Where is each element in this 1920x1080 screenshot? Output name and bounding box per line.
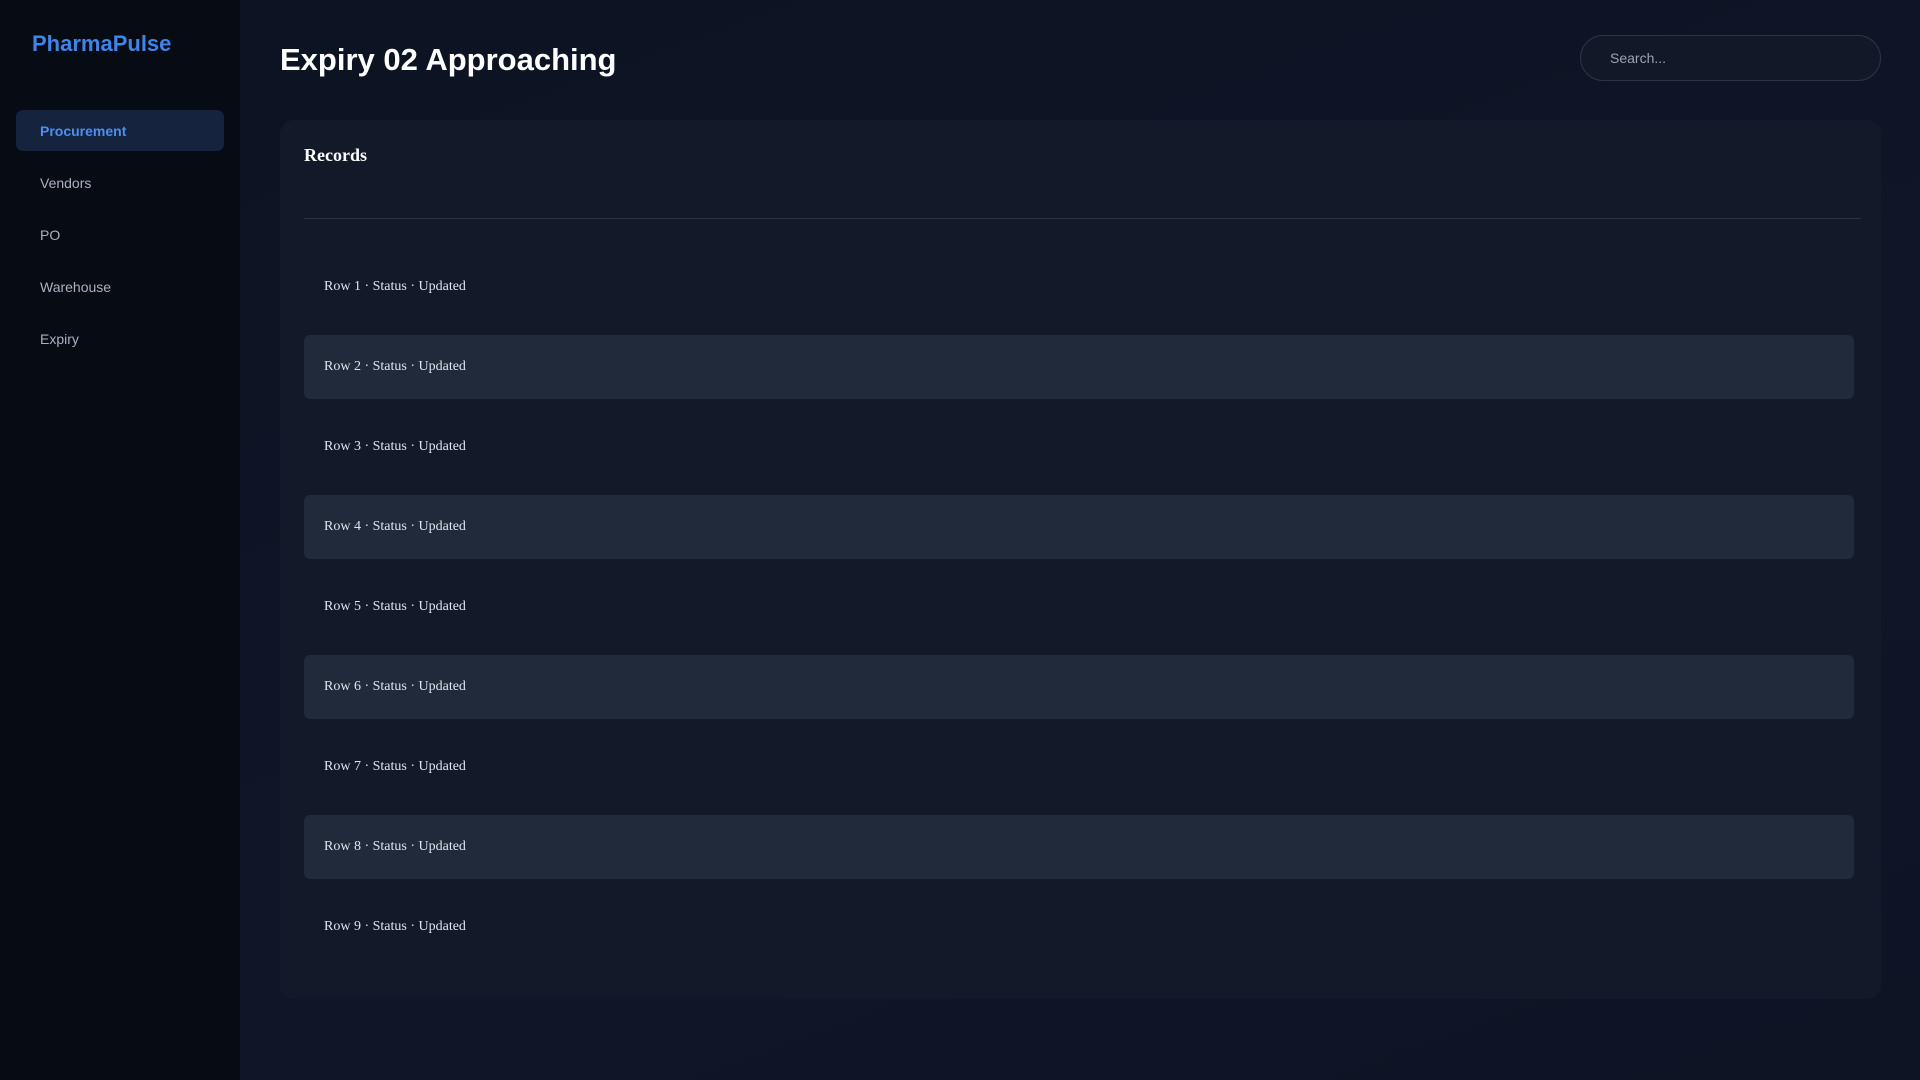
sidebar-item-vendors[interactable]: Vendors <box>16 162 224 203</box>
records-divider <box>304 218 1861 219</box>
list-item[interactable]: Row 5 · Status · Updated <box>304 575 1854 639</box>
records-list: Row 1 · Status · Updated Row 2 · Status … <box>304 255 1854 959</box>
page-title: Expiry 02 Approaching <box>280 42 617 77</box>
records-card: Records Row 1 · Status · Updated Row 2 ·… <box>280 120 1881 999</box>
sidebar-item-procurement[interactable]: Procurement <box>16 110 224 151</box>
sidebar-item-label: PO <box>40 226 61 243</box>
sidebar-item-label: Vendors <box>40 174 92 191</box>
list-item[interactable]: Row 1 · Status · Updated <box>304 255 1854 319</box>
main-content: Expiry 02 Approaching Records Row 1 · St… <box>240 0 1920 1080</box>
list-item[interactable]: Row 6 · Status · Updated <box>304 655 1854 719</box>
sidebar-nav: Procurement Vendors PO Warehouse Expiry <box>16 110 224 359</box>
list-item[interactable]: Row 8 · Status · Updated <box>304 815 1854 879</box>
sidebar-item-label: Warehouse <box>40 278 112 295</box>
sidebar-item-label: Expiry <box>40 330 79 347</box>
sidebar-item-label: Procurement <box>40 122 127 139</box>
brand-logo[interactable]: PharmaPulse <box>16 30 224 60</box>
list-item[interactable]: Row 7 · Status · Updated <box>304 735 1854 799</box>
sidebar: PharmaPulse Procurement Vendors PO Wareh… <box>0 0 240 1080</box>
search-input[interactable] <box>1610 50 1860 66</box>
list-item[interactable]: Row 2 · Status · Updated <box>304 335 1854 399</box>
list-item[interactable]: Row 4 · Status · Updated <box>304 495 1854 559</box>
sidebar-item-expiry[interactable]: Expiry <box>16 318 224 359</box>
list-item[interactable]: Row 3 · Status · Updated <box>304 415 1854 479</box>
sidebar-item-warehouse[interactable]: Warehouse <box>16 266 224 307</box>
search-box[interactable] <box>1580 35 1881 81</box>
app-root: PharmaPulse Procurement Vendors PO Wareh… <box>0 0 1920 1080</box>
records-title: Records <box>304 145 367 165</box>
sidebar-item-po[interactable]: PO <box>16 214 224 255</box>
list-item[interactable]: Row 9 · Status · Updated <box>304 895 1854 959</box>
